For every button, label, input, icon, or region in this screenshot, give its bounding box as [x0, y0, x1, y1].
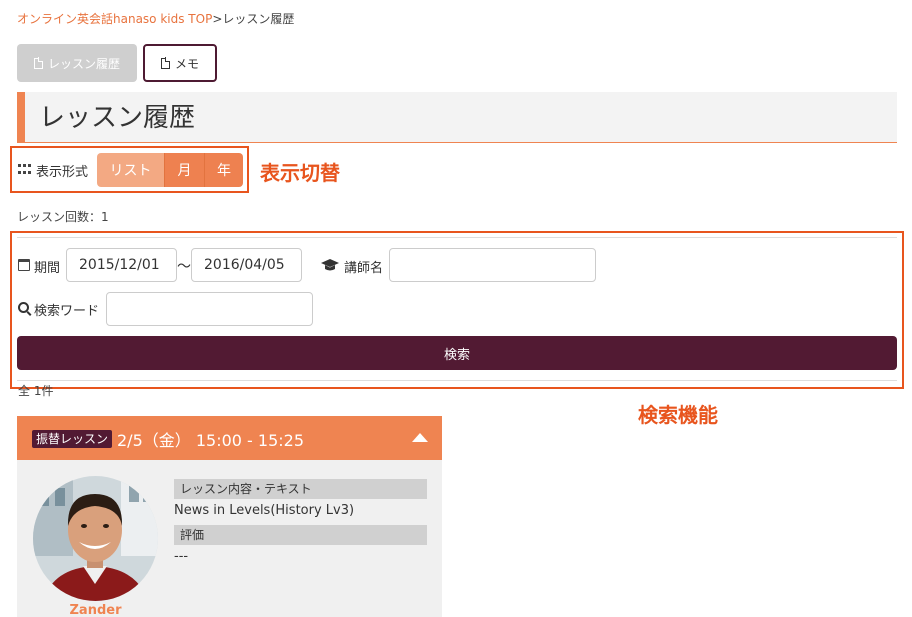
- annotation-view-switch: 表示切替: [260, 161, 340, 185]
- teacher-name[interactable]: Zander: [33, 603, 158, 617]
- date-from-input[interactable]: [66, 248, 177, 282]
- tab-lesson-history[interactable]: レッスン履歴: [17, 44, 137, 82]
- tab-memo-label: メモ: [174, 56, 199, 71]
- annotation-search: 検索機能: [638, 403, 718, 427]
- date-range-separator: ～: [177, 259, 191, 275]
- lesson-content-header: レッスン内容・テキスト: [174, 479, 427, 499]
- teacher-avatar[interactable]: [33, 476, 158, 601]
- view-option-year[interactable]: 年: [204, 153, 243, 187]
- keyword-input[interactable]: [106, 292, 313, 326]
- divider: [17, 237, 897, 238]
- chevron-up-icon[interactable]: [412, 433, 428, 442]
- period-label: 期間: [34, 261, 61, 276]
- breadcrumb-current: レッスン履歴: [222, 12, 295, 26]
- graduation-cap-icon: [321, 259, 339, 271]
- rating-value: ---: [174, 549, 189, 564]
- view-option-month[interactable]: 月: [164, 153, 204, 187]
- divider: [17, 380, 897, 381]
- result-total: 全 1件: [18, 384, 54, 398]
- calendar-icon: [18, 259, 30, 271]
- document-icon: [33, 57, 44, 69]
- search-button[interactable]: 検索: [17, 336, 897, 370]
- view-option-list[interactable]: リスト: [97, 153, 164, 187]
- teacher-name-input[interactable]: [389, 248, 596, 282]
- lesson-datetime: 2/5（金） 15:00 - 15:25: [117, 431, 305, 450]
- page-title: レッスン履歴: [39, 103, 196, 133]
- grid-icon: [18, 164, 31, 175]
- rating-header: 評価: [174, 525, 427, 545]
- search-icon: [18, 302, 29, 313]
- lesson-count: レッスン回数：1: [17, 210, 109, 224]
- tab-memo[interactable]: メモ: [143, 44, 217, 82]
- breadcrumb-home-link[interactable]: オンライン英会話hanaso kids TOP: [17, 12, 212, 26]
- breadcrumb-separator: >: [212, 12, 223, 26]
- keyword-label: 検索ワード: [34, 304, 100, 319]
- teacher-name-label: 講師名: [344, 261, 384, 276]
- makeup-lesson-badge: 振替レッスン: [32, 430, 113, 448]
- breadcrumb: オンライン英会話hanaso kids TOP>レッスン履歴: [17, 10, 294, 27]
- lesson-content-value: News in Levels(History Lv3): [174, 503, 355, 518]
- date-to-input[interactable]: [191, 248, 302, 282]
- view-mode-label: 表示形式: [36, 165, 89, 180]
- tab-lesson-history-label: レッスン履歴: [47, 56, 120, 71]
- document-icon: [160, 57, 171, 69]
